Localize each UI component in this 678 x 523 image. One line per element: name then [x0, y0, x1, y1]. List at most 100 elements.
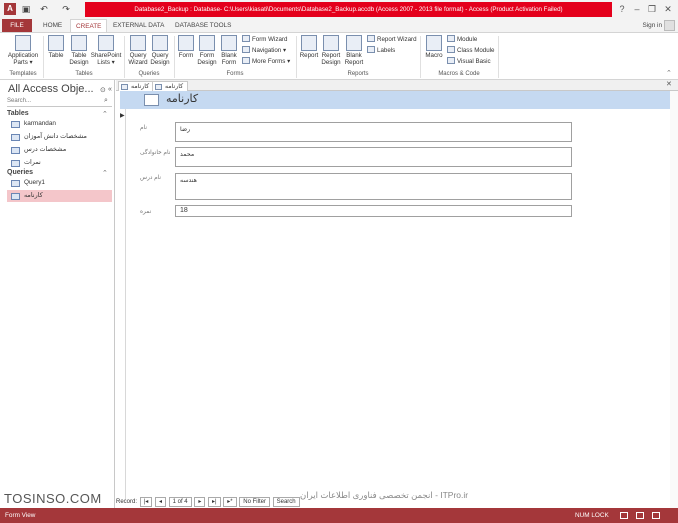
table-icon [48, 35, 64, 51]
record-label: Record: [116, 499, 138, 505]
num-lock-indicator: NUM LOCK [575, 512, 609, 519]
last-record-button[interactable]: ▸| [208, 497, 221, 507]
collapse-ribbon-icon[interactable]: ⌃ [666, 69, 672, 77]
table-design-icon [71, 35, 87, 51]
labels-button[interactable]: Labels [367, 46, 395, 55]
form-title: کارنامه [166, 93, 199, 105]
nav-category-queries[interactable]: Queries [7, 169, 33, 176]
more-forms-button[interactable]: More Forms ▾ [242, 57, 290, 66]
grade-field[interactable]: 18 [175, 205, 572, 217]
sharepoint-lists-icon [98, 35, 114, 51]
close-window-button[interactable]: ✕ [661, 2, 675, 16]
nav-pane-menu-icon[interactable]: ⊙ [100, 86, 106, 94]
vertical-scrollbar[interactable] [670, 91, 678, 508]
redo-icon[interactable]: ↷ [60, 3, 72, 15]
filter-button[interactable]: No Filter [239, 497, 270, 507]
sharepoint-lists-button[interactable]: SharePoint Lists ▾ [90, 35, 122, 66]
blank-form-icon [221, 35, 237, 51]
status-bar: Form View NUM LOCK [0, 508, 678, 523]
record-search-input[interactable]: Search [272, 497, 300, 507]
table-icon [11, 134, 20, 141]
report-wizard-button[interactable]: Report Wizard [367, 35, 417, 44]
first-record-button[interactable]: |◂ [139, 497, 153, 507]
module-icon [447, 35, 455, 42]
table-button[interactable]: Table [46, 35, 66, 59]
user-avatar-icon[interactable] [664, 20, 675, 31]
tab-file[interactable]: FILE [2, 19, 32, 32]
record-selector[interactable]: ▶ [120, 109, 126, 499]
first-name-field[interactable]: رضا [175, 122, 572, 142]
report-design-button[interactable]: Report Design [320, 35, 342, 66]
tab-database-tools[interactable]: DATABASE TOOLS [170, 19, 236, 32]
next-record-button[interactable]: ▸ [194, 497, 206, 507]
current-record-input[interactable]: 1 of 4 [168, 497, 192, 507]
report-button[interactable]: Report [299, 35, 319, 59]
minimize-button[interactable]: – [630, 2, 644, 16]
divider [296, 36, 297, 78]
form-design-button[interactable]: Form Design [197, 35, 217, 66]
query-design-icon [152, 35, 168, 51]
macro-button[interactable]: Macro [424, 35, 444, 59]
document-tab-form[interactable]: کارنامه [152, 81, 189, 91]
report-design-icon [323, 35, 339, 51]
macro-icon [426, 35, 442, 51]
form-icon [178, 35, 194, 51]
form-wizard-icon [242, 35, 250, 42]
nav-pane-title[interactable]: All Access Obje... [8, 83, 94, 95]
collapse-queries-icon[interactable]: ⌃ [102, 169, 108, 177]
application-parts-button[interactable]: Application Parts ▾ [5, 35, 41, 66]
layout-view-icon[interactable] [636, 512, 644, 519]
query-design-button[interactable]: Query Design [149, 35, 171, 66]
last-name-field[interactable]: محمد [175, 147, 572, 167]
tab-home[interactable]: HOME [38, 19, 67, 32]
nav-item-table[interactable]: مشخصات درس [7, 144, 112, 156]
form-header-icon [144, 94, 159, 106]
previous-record-button[interactable]: ◂ [154, 497, 166, 507]
nav-item-query[interactable]: Query1 [7, 177, 112, 189]
shutter-bar-close-icon[interactable]: « [108, 86, 112, 93]
group-label-reports: Reports [347, 71, 369, 77]
form-button[interactable]: Form [177, 35, 195, 59]
navigation-button[interactable]: Navigation ▾ [242, 46, 286, 55]
nav-item-table[interactable]: نمرات [7, 157, 112, 169]
nav-search-input[interactable]: Search... [7, 98, 112, 107]
search-icon[interactable]: ⌕ [104, 97, 108, 105]
tab-external-data[interactable]: EXTERNAL DATA [108, 19, 169, 32]
query-icon [11, 193, 20, 200]
nav-item-table[interactable]: مشخصات دانش آموزان [7, 131, 112, 143]
table-design-button[interactable]: Table Design [68, 35, 90, 66]
document-tab-query[interactable]: کارنامه [118, 81, 155, 91]
blank-report-button[interactable]: Blank Report [343, 35, 365, 66]
class-module-button[interactable]: Class Module [447, 46, 495, 55]
form-view-icon[interactable] [620, 512, 628, 519]
status-view-label: Form View [5, 512, 36, 519]
class-module-icon [447, 46, 455, 53]
restore-button[interactable]: ❐ [645, 2, 659, 16]
visual-basic-icon [447, 57, 455, 64]
field-label-last-name: نام خانوادگی [140, 150, 171, 156]
table-icon [11, 160, 20, 167]
undo-icon[interactable]: ↶ [38, 3, 50, 15]
group-label-macros-code: Macros & Code [438, 71, 480, 77]
form-wizard-button[interactable]: Form Wizard [242, 35, 287, 44]
help-button[interactable]: ? [615, 2, 629, 16]
nav-item-query-selected[interactable]: کارنامه [7, 190, 112, 202]
nav-item-table[interactable]: karmandan [7, 118, 112, 130]
course-name-field[interactable]: هندسه [175, 173, 572, 200]
nav-category-tables[interactable]: Tables [7, 110, 29, 117]
query-icon [121, 84, 128, 90]
sign-in-link[interactable]: Sign in [642, 19, 662, 32]
design-view-icon[interactable] [652, 512, 660, 519]
module-button[interactable]: Module [447, 35, 477, 44]
record-navigation-bar: Record: |◂ ◂ 1 of 4 ▸ ▸| ▸* No Filter Se… [116, 497, 316, 507]
tab-create[interactable]: CREATE [70, 19, 108, 32]
blank-form-button[interactable]: Blank Form [219, 35, 239, 66]
close-document-icon[interactable]: ✕ [666, 80, 672, 88]
table-icon [11, 121, 20, 128]
new-record-button[interactable]: ▸* [223, 497, 237, 507]
ribbon-tabs: FILE HOME CREATE EXTERNAL DATA DATABASE … [0, 19, 678, 32]
query-wizard-button[interactable]: Query Wizard [127, 35, 149, 66]
save-icon[interactable]: ▣ [20, 3, 32, 15]
visual-basic-button[interactable]: Visual Basic [447, 57, 491, 66]
collapse-tables-icon[interactable]: ⌃ [102, 110, 108, 118]
